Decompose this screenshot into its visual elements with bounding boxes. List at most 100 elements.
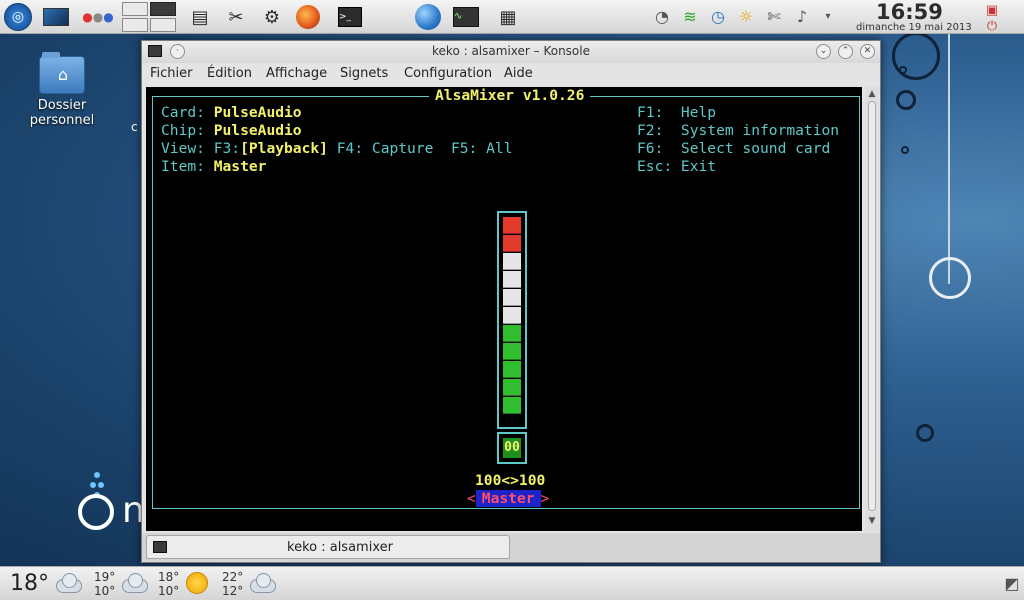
clock-time[interactable]: 16:59 <box>876 0 943 24</box>
wallpaper-ring <box>916 424 934 442</box>
right-bracket: > <box>540 490 550 507</box>
current-temperature[interactable]: 18° <box>10 571 49 596</box>
volume-segment <box>503 235 521 252</box>
card-label: Card: <box>161 104 205 121</box>
volume-segment <box>503 361 521 378</box>
view-label: View: <box>161 140 205 157</box>
home-folder-desktop-icon[interactable]: ⌂ Dossier personnel <box>20 52 104 128</box>
maximize-button[interactable]: ⌃ <box>838 44 853 59</box>
desktop-icon-label: personnel <box>29 113 95 128</box>
day2-low: 10° <box>158 584 180 598</box>
cloud-icon <box>52 573 82 593</box>
item-label: Item: <box>161 158 205 175</box>
wallpaper-ring <box>901 146 909 154</box>
settings-tools-icon[interactable]: ✂ <box>222 3 250 31</box>
volume-icon[interactable]: ♪ <box>792 7 812 27</box>
scroll-up-arrow-icon[interactable]: ▲ <box>866 88 878 100</box>
distro-logo-icon <box>78 494 114 530</box>
card-value: PulseAudio <box>213 104 302 121</box>
view-line: View: F3:[Playback] F4: Capture F5: All <box>161 140 513 158</box>
window-titlebar[interactable]: · keko : alsamixer – Konsole ⌄ ⌃ ✕ <box>142 41 880 63</box>
virtual-desktop-3[interactable] <box>122 18 148 32</box>
terminal[interactable]: AlsaMixer v1.0.26 Card: PulseAudio Chip:… <box>146 87 862 531</box>
activities-icon[interactable]: ● ● ● <box>80 3 116 31</box>
wallpaper-ring <box>984 447 1002 465</box>
wallpaper-line <box>948 34 950 284</box>
control-name-wrap[interactable]: < Master > <box>467 490 549 508</box>
shutdown-icon[interactable]: ⏻ <box>982 17 1002 37</box>
control-name: Master <box>475 490 541 507</box>
tab-label: keko : alsamixer <box>287 540 393 555</box>
volume-segment <box>503 379 521 396</box>
cloud-icon <box>118 573 148 593</box>
firefox-icon[interactable] <box>294 3 322 31</box>
virtual-desktop-1[interactable] <box>122 2 148 16</box>
volume-segment <box>503 271 521 288</box>
mute-indicator[interactable]: 00 <box>503 438 521 458</box>
minimize-button[interactable]: ⌄ <box>816 44 831 59</box>
help-f6: F6: Select sound card <box>637 140 831 157</box>
scroll-track[interactable] <box>868 101 876 511</box>
scroll-down-arrow-icon[interactable]: ▼ <box>866 515 878 527</box>
help-f1: F1: Help <box>637 104 717 121</box>
day3-low: 12° <box>222 584 244 598</box>
tab-bar: keko : alsamixer <box>142 533 880 562</box>
calculator-icon[interactable]: ▦ <box>494 3 522 31</box>
tab-alsamixer[interactable]: keko : alsamixer <box>146 535 510 559</box>
volume-segment <box>503 253 521 270</box>
clipboard-icon[interactable]: ✄ <box>764 7 784 27</box>
konsole-window: · keko : alsamixer – Konsole ⌄ ⌃ ✕ Fichi… <box>141 40 881 563</box>
view-playback[interactable]: [Playback] <box>240 140 328 157</box>
day1-high: 19° <box>94 570 116 584</box>
menubar: Fichier Édition Affichage Signets Config… <box>142 63 880 85</box>
wifi-icon[interactable]: ≋ <box>680 7 700 27</box>
bottom-panel: 18° 19° 10° 18° 10° 22° 12° ◩ <box>0 566 1024 600</box>
panel-toolbox-icon[interactable]: ◩ <box>1002 574 1022 594</box>
weather-tray-icon[interactable]: ☼ <box>736 7 756 27</box>
virtual-desktop-4[interactable] <box>150 18 176 32</box>
clock-date: dimanche 19 mai 2013 <box>856 22 972 33</box>
card-line: Card: PulseAudio <box>161 104 302 122</box>
wallpaper-ring <box>929 257 971 299</box>
close-button[interactable]: ✕ <box>860 44 875 59</box>
top-panel: ◎ ● ● ● ▤ ✂ ⚙ >_ ∿ ▦ ◔ ≋ ◷ ☼ ✄ ♪ ▾ 16:59 d… <box>0 0 1024 34</box>
tray-expand-icon[interactable]: ▾ <box>818 7 838 27</box>
chip-label: Chip: <box>161 122 205 139</box>
package-manager-icon[interactable]: ⚙ <box>258 3 286 31</box>
item-line: Item: Master <box>161 158 266 176</box>
volume-segment <box>503 289 521 306</box>
menu-edition[interactable]: Édition <box>207 66 252 81</box>
virtual-desktop-2[interactable] <box>150 2 176 16</box>
show-desktop-icon[interactable] <box>42 3 70 31</box>
network-speed-icon[interactable]: ◔ <box>652 7 672 27</box>
master-volume-bar[interactable] <box>497 211 527 429</box>
menu-signets[interactable]: Signets <box>340 66 388 81</box>
menu-aide[interactable]: Aide <box>504 66 533 81</box>
house-icon: ⌂ <box>57 65 69 84</box>
day1-low: 10° <box>94 584 116 598</box>
system-monitor-icon[interactable]: ∿ <box>452 3 480 31</box>
terminal-scrollbar[interactable]: ▲ ▼ <box>865 87 879 531</box>
view-other-options[interactable]: F4: Capture F5: All <box>337 140 513 157</box>
wallpaper-ring <box>899 66 907 74</box>
menu-configuration[interactable]: Configuration <box>404 66 492 81</box>
view-f3[interactable]: F3: <box>214 140 240 157</box>
file-manager-icon[interactable]: ▤ <box>186 3 214 31</box>
clock-icon[interactable]: ◷ <box>708 7 728 27</box>
partial-desktop-label: c <box>131 120 138 134</box>
application-launcher-icon[interactable]: ◎ <box>4 3 32 31</box>
globe-icon[interactable] <box>414 3 442 31</box>
mute-toggle-box[interactable]: 00 <box>497 432 527 464</box>
volume-segment <box>503 343 521 360</box>
day3-high: 22° <box>222 570 244 584</box>
wallpaper-ring <box>892 34 940 80</box>
alsamixer-frame: AlsaMixer v1.0.26 Card: PulseAudio Chip:… <box>152 87 860 509</box>
volume-segment <box>503 397 521 414</box>
chip-line: Chip: PulseAudio <box>161 122 302 140</box>
menu-affichage[interactable]: Affichage <box>266 66 327 81</box>
menu-fichier[interactable]: Fichier <box>150 66 193 81</box>
volume-value: 100<>100 <box>475 472 546 489</box>
konsole-task-icon[interactable]: >_ <box>336 3 364 31</box>
sun-icon <box>186 572 208 594</box>
desktop-icon-label: Dossier <box>37 98 87 113</box>
